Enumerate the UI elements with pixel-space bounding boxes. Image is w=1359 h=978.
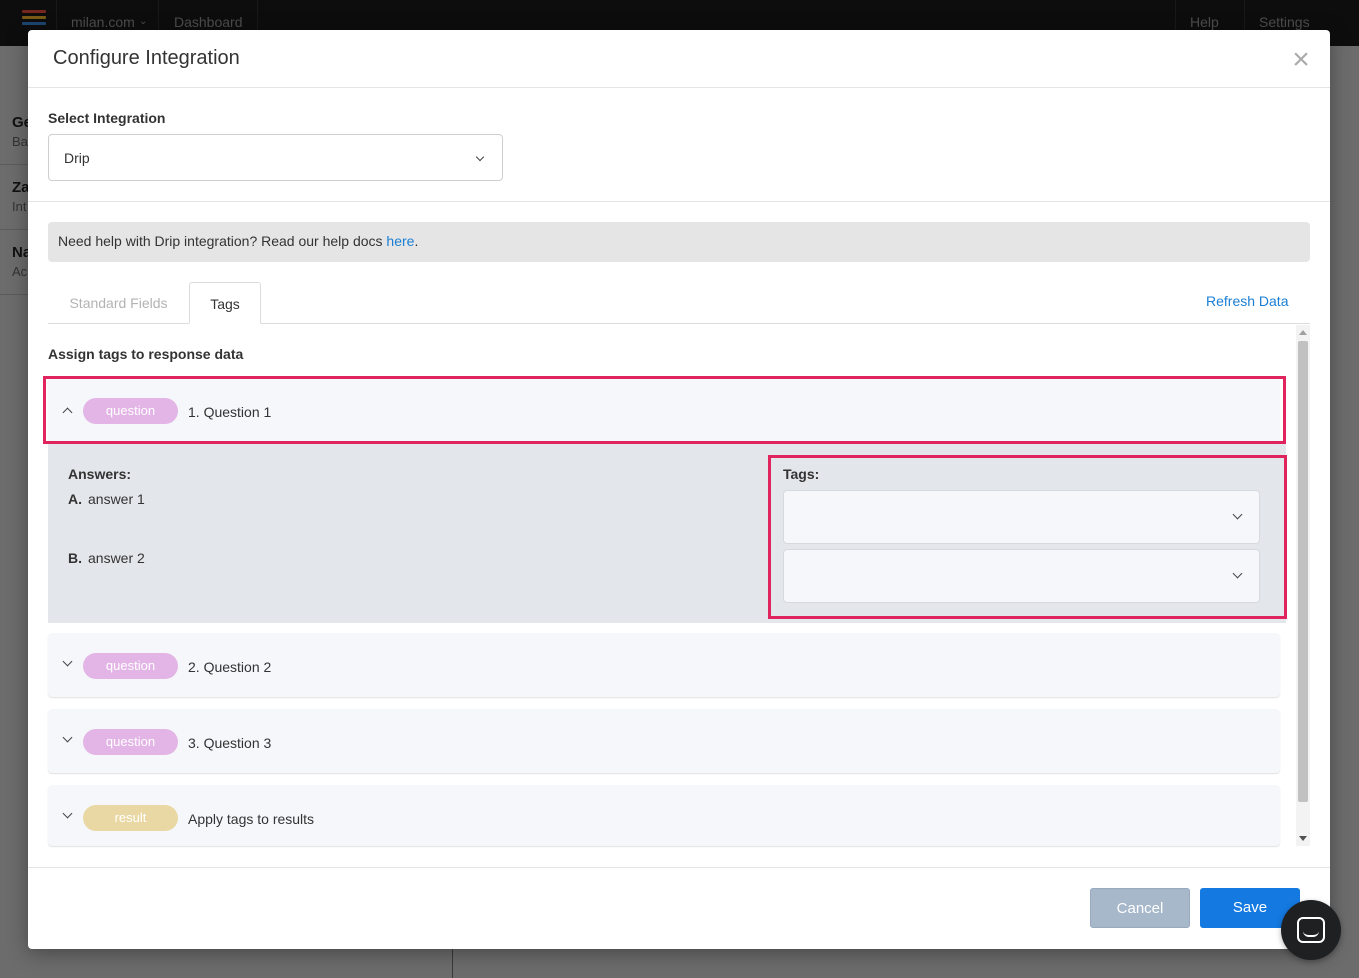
modal-title: Configure Integration (53, 47, 240, 69)
question-label: 3. Question 3 (188, 735, 272, 751)
assign-tags-heading: Assign tags to response data (48, 346, 244, 362)
result-badge: result (83, 805, 178, 831)
chevron-down-icon (62, 656, 73, 667)
footer-divider (28, 867, 1330, 868)
content-scrollbar[interactable] (1296, 325, 1310, 846)
integration-select[interactable]: Drip (48, 134, 503, 181)
cancel-button[interactable]: Cancel (1090, 888, 1190, 928)
tags-heading: Tags: (783, 466, 820, 482)
question-3-header[interactable]: question 3. Question 3 (48, 709, 1280, 773)
result-label: Apply tags to results (188, 811, 315, 827)
chevron-down-icon (1232, 568, 1243, 579)
question-2-header[interactable]: question 2. Question 2 (48, 633, 1280, 697)
configure-integration-modal: Configure Integration × Select Integrati… (28, 30, 1330, 949)
answers-heading: Answers: (68, 466, 132, 482)
tab-standard-fields[interactable]: Standard Fields (48, 282, 189, 324)
question-badge: question (83, 653, 178, 679)
close-icon[interactable]: × (1290, 45, 1312, 75)
question-badge: question (83, 729, 178, 755)
result-header[interactable]: result Apply tags to results (48, 785, 1280, 846)
chat-launcher-button[interactable] (1281, 900, 1341, 960)
help-banner: Need help with Drip integration? Read ou… (48, 222, 1310, 262)
scrollbar-thumb[interactable] (1298, 341, 1308, 802)
scroll-up-icon[interactable] (1299, 330, 1307, 335)
chevron-up-icon (62, 407, 73, 418)
question-badge: question (83, 398, 178, 424)
chevron-down-icon (475, 152, 485, 162)
help-docs-link[interactable]: here (386, 233, 414, 249)
answer-item: A. answer 1 (68, 491, 145, 507)
scroll-down-icon[interactable] (1299, 836, 1307, 841)
answer-2-tags-select[interactable] (783, 549, 1260, 603)
chevron-down-icon (62, 732, 73, 743)
chevron-down-icon (1232, 509, 1243, 520)
answer-1-tags-select[interactable] (783, 490, 1260, 544)
answer-item: B. answer 2 (68, 550, 145, 566)
modal-header: Configure Integration × (28, 30, 1330, 88)
refresh-data-link[interactable]: Refresh Data (1206, 293, 1288, 309)
select-integration-label: Select Integration (48, 110, 166, 126)
chat-icon (1297, 917, 1325, 943)
question-label: 2. Question 2 (188, 659, 272, 675)
background-divider (452, 948, 453, 978)
tab-tags[interactable]: Tags (189, 282, 261, 324)
section-divider (28, 201, 1330, 202)
chevron-down-icon (62, 808, 73, 819)
question-label: 1. Question 1 (188, 404, 272, 420)
integration-select-value: Drip (64, 150, 90, 166)
question-1-body: Answers: A. answer 1 B. answer 2 Tags: (48, 444, 1286, 623)
question-1-header[interactable]: question 1. Question 1 (48, 378, 1280, 443)
